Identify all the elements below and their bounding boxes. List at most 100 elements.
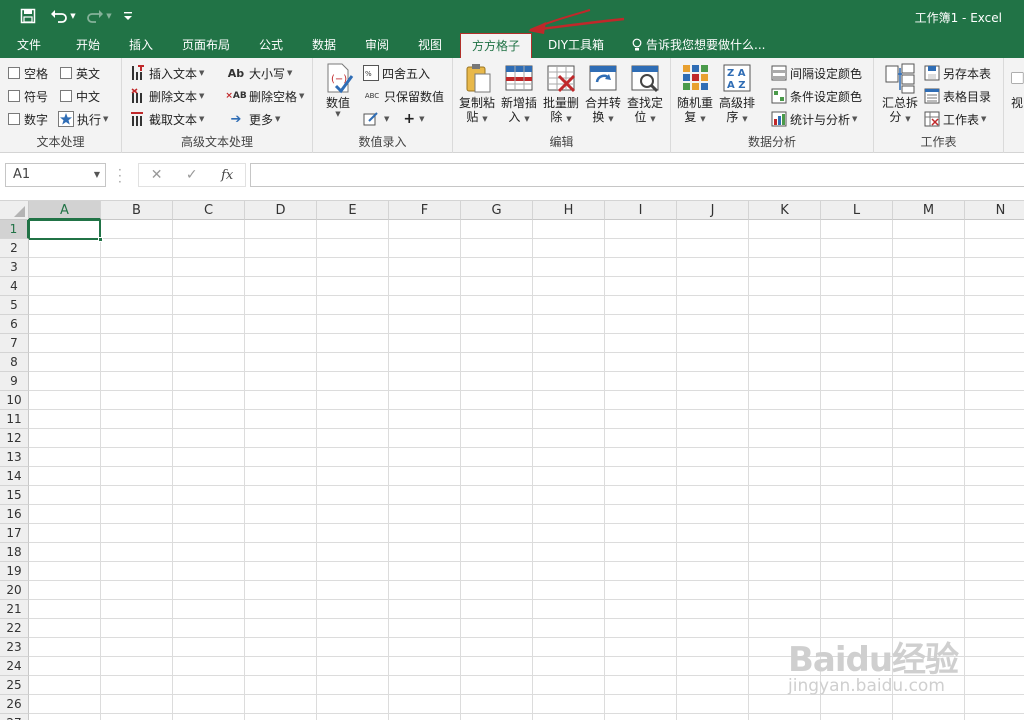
plus-icon[interactable]: +	[403, 111, 415, 127]
row-header[interactable]: 17	[0, 524, 29, 543]
value-button[interactable]: (−) 数值 ▼	[321, 62, 355, 130]
column-header[interactable]: A	[29, 201, 101, 220]
column-header[interactable]: I	[605, 201, 677, 220]
row-header[interactable]: 26	[0, 695, 29, 714]
row-header[interactable]: 13	[0, 448, 29, 467]
tab-view[interactable]: 视图	[406, 33, 454, 58]
column-header[interactable]: J	[677, 201, 749, 220]
tab-home[interactable]: 开始	[62, 33, 114, 58]
fill-handle[interactable]	[98, 237, 103, 242]
row-header[interactable]: 11	[0, 410, 29, 429]
keep-value-button[interactable]: ABC 只保留数值	[363, 86, 444, 106]
save-icon[interactable]	[16, 5, 40, 27]
cut-off-ribbon-button[interactable]: 视	[1010, 62, 1024, 130]
column-header[interactable]: L	[821, 201, 893, 220]
checkbox-space[interactable]: 空格	[8, 63, 48, 83]
row-header[interactable]: 10	[0, 391, 29, 410]
column-header[interactable]: G	[461, 201, 533, 220]
tab-page-layout[interactable]: 页面布局	[172, 33, 240, 58]
row-header[interactable]: 21	[0, 600, 29, 619]
checkbox-number[interactable]: 数字	[8, 109, 48, 129]
execute-button[interactable]: 执行 ▼	[58, 109, 108, 129]
advanced-sort-button[interactable]: Z AA Z 高级排 序 ▼	[717, 62, 757, 130]
column-header[interactable]: F	[389, 201, 461, 220]
save-sheet-as-button[interactable]: 另存本表	[924, 63, 991, 83]
column-header[interactable]: C	[173, 201, 245, 220]
insert-text-button[interactable]: 插入文本 ▼	[130, 63, 204, 83]
column-header[interactable]: B	[101, 201, 173, 220]
tab-file[interactable]: 文件	[4, 33, 54, 58]
column-header[interactable]: H	[533, 201, 605, 220]
tab-fangfanggezi[interactable]: 方方格子	[460, 33, 532, 59]
worksheet-button[interactable]: 工作表 ▼	[924, 109, 986, 129]
column-header[interactable]: E	[317, 201, 389, 220]
tab-insert[interactable]: 插入	[116, 33, 166, 58]
undo-icon[interactable]: ▼	[48, 5, 78, 27]
name-box[interactable]: A1 ▼	[5, 163, 106, 187]
row-header[interactable]: 19	[0, 562, 29, 581]
checkbox-chinese[interactable]: 中文	[60, 86, 100, 106]
row-header[interactable]: 7	[0, 334, 29, 353]
condition-color-button[interactable]: 条件设定颜色	[771, 86, 862, 106]
column-header[interactable]: K	[749, 201, 821, 220]
batch-delete-icon	[547, 65, 576, 93]
row-header[interactable]: 27	[0, 714, 29, 720]
row-header[interactable]: 12	[0, 429, 29, 448]
insert-function-icon[interactable]: fx	[221, 168, 233, 183]
redo-icon[interactable]: ▼	[84, 5, 114, 27]
row-header[interactable]: 18	[0, 543, 29, 562]
row-header[interactable]: 6	[0, 315, 29, 334]
customize-qat-icon[interactable]	[120, 5, 136, 27]
active-cell[interactable]	[28, 219, 101, 240]
tell-me-search[interactable]: 告诉我您想要做什么...	[632, 33, 765, 58]
enter-icon[interactable]: ✓	[186, 167, 198, 183]
tab-data[interactable]: 数据	[300, 33, 348, 58]
find-locate-button[interactable]: 查找定 位 ▼	[625, 62, 665, 130]
stats-analysis-button[interactable]: 统计与分析 ▼	[771, 109, 857, 129]
select-all-button[interactable]	[0, 201, 29, 220]
column-header[interactable]: N	[965, 201, 1024, 220]
extract-text-button[interactable]: 截取文本 ▼	[130, 109, 204, 129]
entry-tool-button[interactable]: ▼ + ▼	[363, 109, 425, 129]
row-header[interactable]: 8	[0, 353, 29, 372]
tab-review[interactable]: 审阅	[352, 33, 402, 58]
row-header[interactable]: 15	[0, 486, 29, 505]
chevron-down-icon[interactable]: ▼	[94, 164, 100, 186]
checkbox-symbol[interactable]: 符号	[8, 86, 48, 106]
row-header[interactable]: 1	[0, 220, 29, 239]
table-of-contents-button[interactable]: 表格目录	[924, 86, 991, 106]
row-header[interactable]: 2	[0, 239, 29, 258]
tab-formulas[interactable]: 公式	[246, 33, 296, 58]
row-header[interactable]: 22	[0, 619, 29, 638]
row-header[interactable]: 5	[0, 296, 29, 315]
summary-split-button[interactable]: 汇总拆 分 ▼	[880, 62, 920, 130]
column-header[interactable]: D	[245, 201, 317, 220]
save-as-icon	[924, 65, 940, 81]
checkbox-english[interactable]: 英文	[60, 63, 100, 83]
random-repeat-button[interactable]: 随机重 复 ▼	[675, 62, 715, 130]
row-header[interactable]: 25	[0, 676, 29, 695]
delete-space-button[interactable]: × AB 删除空格 ▼	[225, 86, 304, 106]
batch-delete-button[interactable]: 批量删 除 ▼	[541, 62, 581, 130]
row-header[interactable]: 14	[0, 467, 29, 486]
row-header[interactable]: 24	[0, 657, 29, 676]
add-insert-button[interactable]: 新增插 入 ▼	[499, 62, 539, 130]
row-header[interactable]: 20	[0, 581, 29, 600]
more-button[interactable]: ➔ 更多 ▼	[226, 109, 281, 129]
row-header[interactable]: 9	[0, 372, 29, 391]
formula-input[interactable]	[250, 163, 1024, 187]
delete-text-button[interactable]: 删除文本 ▼	[130, 86, 204, 106]
case-button[interactable]: Ab 大小写 ▼	[226, 63, 293, 83]
interval-color-button[interactable]: 间隔设定颜色	[771, 63, 862, 83]
tab-diy-toolbox[interactable]: DIY工具箱	[538, 33, 614, 58]
round-button[interactable]: % 四舍五入	[363, 63, 430, 83]
copy-paste-button[interactable]: 复制粘 贴 ▼	[457, 62, 497, 130]
merge-convert-button[interactable]: 合并转 换 ▼	[583, 62, 623, 130]
row-header[interactable]: 3	[0, 258, 29, 277]
row-header[interactable]: 23	[0, 638, 29, 657]
row-header[interactable]: 16	[0, 505, 29, 524]
cancel-icon[interactable]: ✕	[151, 167, 163, 183]
row-header[interactable]: 4	[0, 277, 29, 296]
resize-handle[interactable]: · · ·	[118, 164, 122, 188]
column-header[interactable]: M	[893, 201, 965, 220]
